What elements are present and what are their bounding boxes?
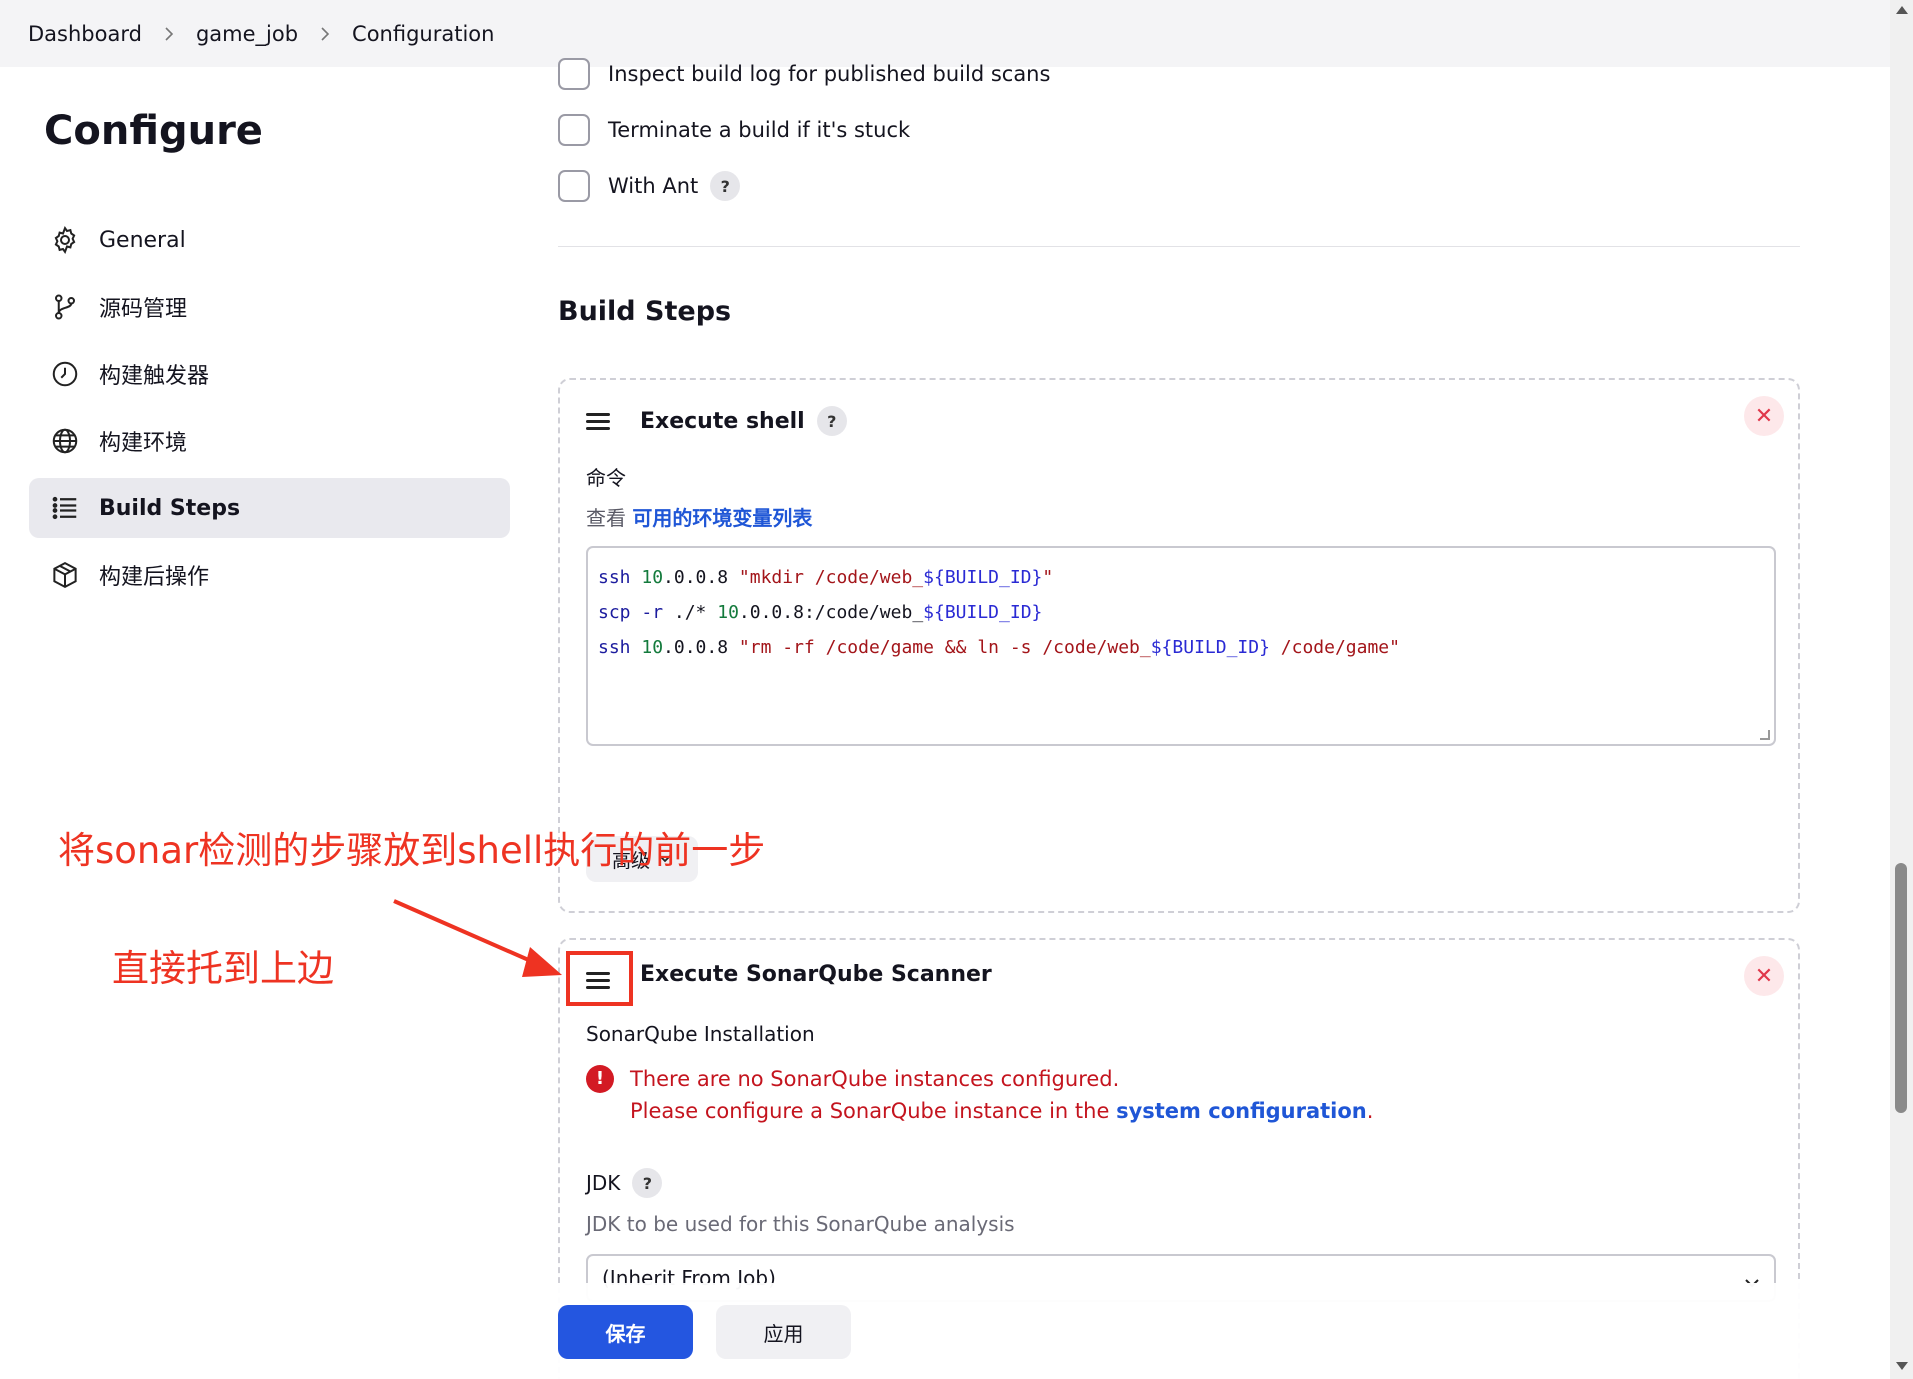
jdk-description: JDK to be used for this SonarQube analys…: [586, 1212, 1015, 1236]
option-label: Terminate a build if it's stuck: [608, 118, 911, 142]
code-line: scp -r ./* 10.0.0.8:/code/web_${BUILD_ID…: [598, 602, 1043, 623]
sonarqube-installation-label: SonarQube Installation: [586, 1022, 815, 1046]
package-icon: [49, 559, 81, 591]
page-title: Configure: [44, 108, 263, 154]
apply-button[interactable]: 应用: [716, 1305, 851, 1359]
error-suffix: .: [1366, 1099, 1374, 1123]
clock-icon: [49, 358, 81, 390]
annotation-arrow-icon: [393, 899, 562, 977]
env-vars-link[interactable]: 可用的环境变量列表: [632, 506, 812, 530]
chevron-right-icon: [164, 26, 174, 42]
jdk-label: JDK: [586, 1171, 621, 1195]
close-icon[interactable]: ✕: [1744, 956, 1784, 996]
scrollbar[interactable]: [1890, 0, 1913, 1379]
step-title: Execute shell ?: [640, 406, 847, 436]
sidebar-item-scm[interactable]: 源码管理: [29, 277, 510, 337]
option-label: With Ant: [608, 174, 699, 198]
sidebar-item-general[interactable]: General: [29, 210, 510, 270]
bottom-action-bar: [0, 1283, 1890, 1379]
scrollbar-thumb[interactable]: [1895, 863, 1907, 1113]
sidebar-item-label: General: [99, 227, 186, 253]
page: Dashboard game_job Configuration Configu…: [0, 0, 1913, 1379]
annotation-highlight-box: [566, 951, 633, 1006]
section-title-build-steps: Build Steps: [558, 296, 732, 327]
annotation-text-2: 直接托到上边: [112, 947, 334, 990]
command-label: 命令: [586, 466, 626, 490]
chevron-right-icon: [320, 26, 330, 42]
sidebar-item-label: 构建触发器: [99, 364, 210, 389]
sidebar-item-triggers[interactable]: 构建触发器: [29, 344, 510, 404]
breadcrumb: Dashboard game_job Configuration: [0, 0, 1890, 67]
drag-handle-icon[interactable]: [586, 413, 610, 431]
jdk-label-row: JDK ?: [586, 1168, 663, 1198]
error-icon: !: [586, 1065, 614, 1093]
sidebar-item-post-build[interactable]: 构建后操作: [29, 545, 510, 605]
code-line: ssh 10.0.0.8 "mkdir /code/web_${BUILD_ID…: [598, 567, 1054, 588]
help-icon[interactable]: ?: [710, 171, 741, 201]
sidebar-item-label: 源码管理: [99, 297, 188, 322]
code-line: ssh 10.0.0.8 "rm -rf /code/game && ln -s…: [598, 637, 1400, 658]
close-icon[interactable]: ✕: [1744, 396, 1784, 436]
sidebar-item-label: 构建环境: [99, 431, 188, 456]
error-line-1: There are no SonarQube instances configu…: [630, 1067, 1120, 1091]
breadcrumb-job[interactable]: game_job: [196, 22, 298, 46]
terminate-stuck-checkbox[interactable]: [558, 114, 590, 146]
branch-icon: [49, 291, 81, 323]
sidebar-item-label: Build Steps: [99, 495, 241, 521]
sidebar-item-build-steps[interactable]: Build Steps: [29, 478, 510, 538]
system-configuration-link[interactable]: system configuration: [1116, 1099, 1367, 1123]
sidebar-item-environment[interactable]: 构建环境: [29, 411, 510, 471]
step-title-text: Execute shell: [640, 408, 805, 434]
sidebar-item-label: 构建后操作: [99, 565, 210, 590]
option-label: Inspect build log for published build sc…: [608, 62, 1051, 86]
option-inspect-build-log: Inspect build log for published build sc…: [558, 58, 1050, 90]
error-line-2-text: Please configure a SonarQube instance in…: [630, 1099, 1110, 1123]
option-terminate-stuck: Terminate a build if it's stuck: [558, 114, 910, 146]
with-ant-checkbox[interactable]: [558, 170, 590, 202]
help-icon[interactable]: ?: [816, 406, 847, 436]
step-title: Execute SonarQube Scanner: [640, 962, 992, 987]
sidebar-nav: General 源码管理 构建触发器 构建环境 Build Steps 构建后操…: [29, 210, 510, 612]
help-icon[interactable]: ?: [632, 1168, 663, 1198]
scroll-down-icon[interactable]: [1896, 1362, 1908, 1370]
save-button[interactable]: 保存: [558, 1305, 693, 1359]
inspect-build-log-checkbox[interactable]: [558, 58, 590, 90]
globe-icon: [49, 425, 81, 457]
breadcrumb-dashboard[interactable]: Dashboard: [28, 22, 142, 46]
env-prefix: 查看: [586, 506, 626, 530]
gear-icon: [49, 224, 81, 256]
resize-handle[interactable]: [1760, 730, 1770, 740]
command-textarea[interactable]: ssh 10.0.0.8 "mkdir /code/web_${BUILD_ID…: [586, 546, 1776, 746]
error-line-2: Please configure a SonarQube instance in…: [630, 1095, 1373, 1127]
list-icon: [49, 492, 81, 524]
option-with-ant: With Ant ?: [558, 170, 741, 202]
sonarqube-error-message: ! There are no SonarQube instances confi…: [586, 1063, 1373, 1127]
annotation-text-1: 将sonar检测的步骤放到shell执行的前一步: [58, 829, 766, 872]
divider: [558, 246, 1800, 247]
env-vars-hint: 查看 可用的环境变量列表: [586, 502, 812, 531]
breadcrumb-configuration[interactable]: Configuration: [352, 22, 494, 46]
step-title-text: Execute SonarQube Scanner: [640, 962, 992, 987]
scroll-up-icon[interactable]: [1896, 6, 1908, 14]
